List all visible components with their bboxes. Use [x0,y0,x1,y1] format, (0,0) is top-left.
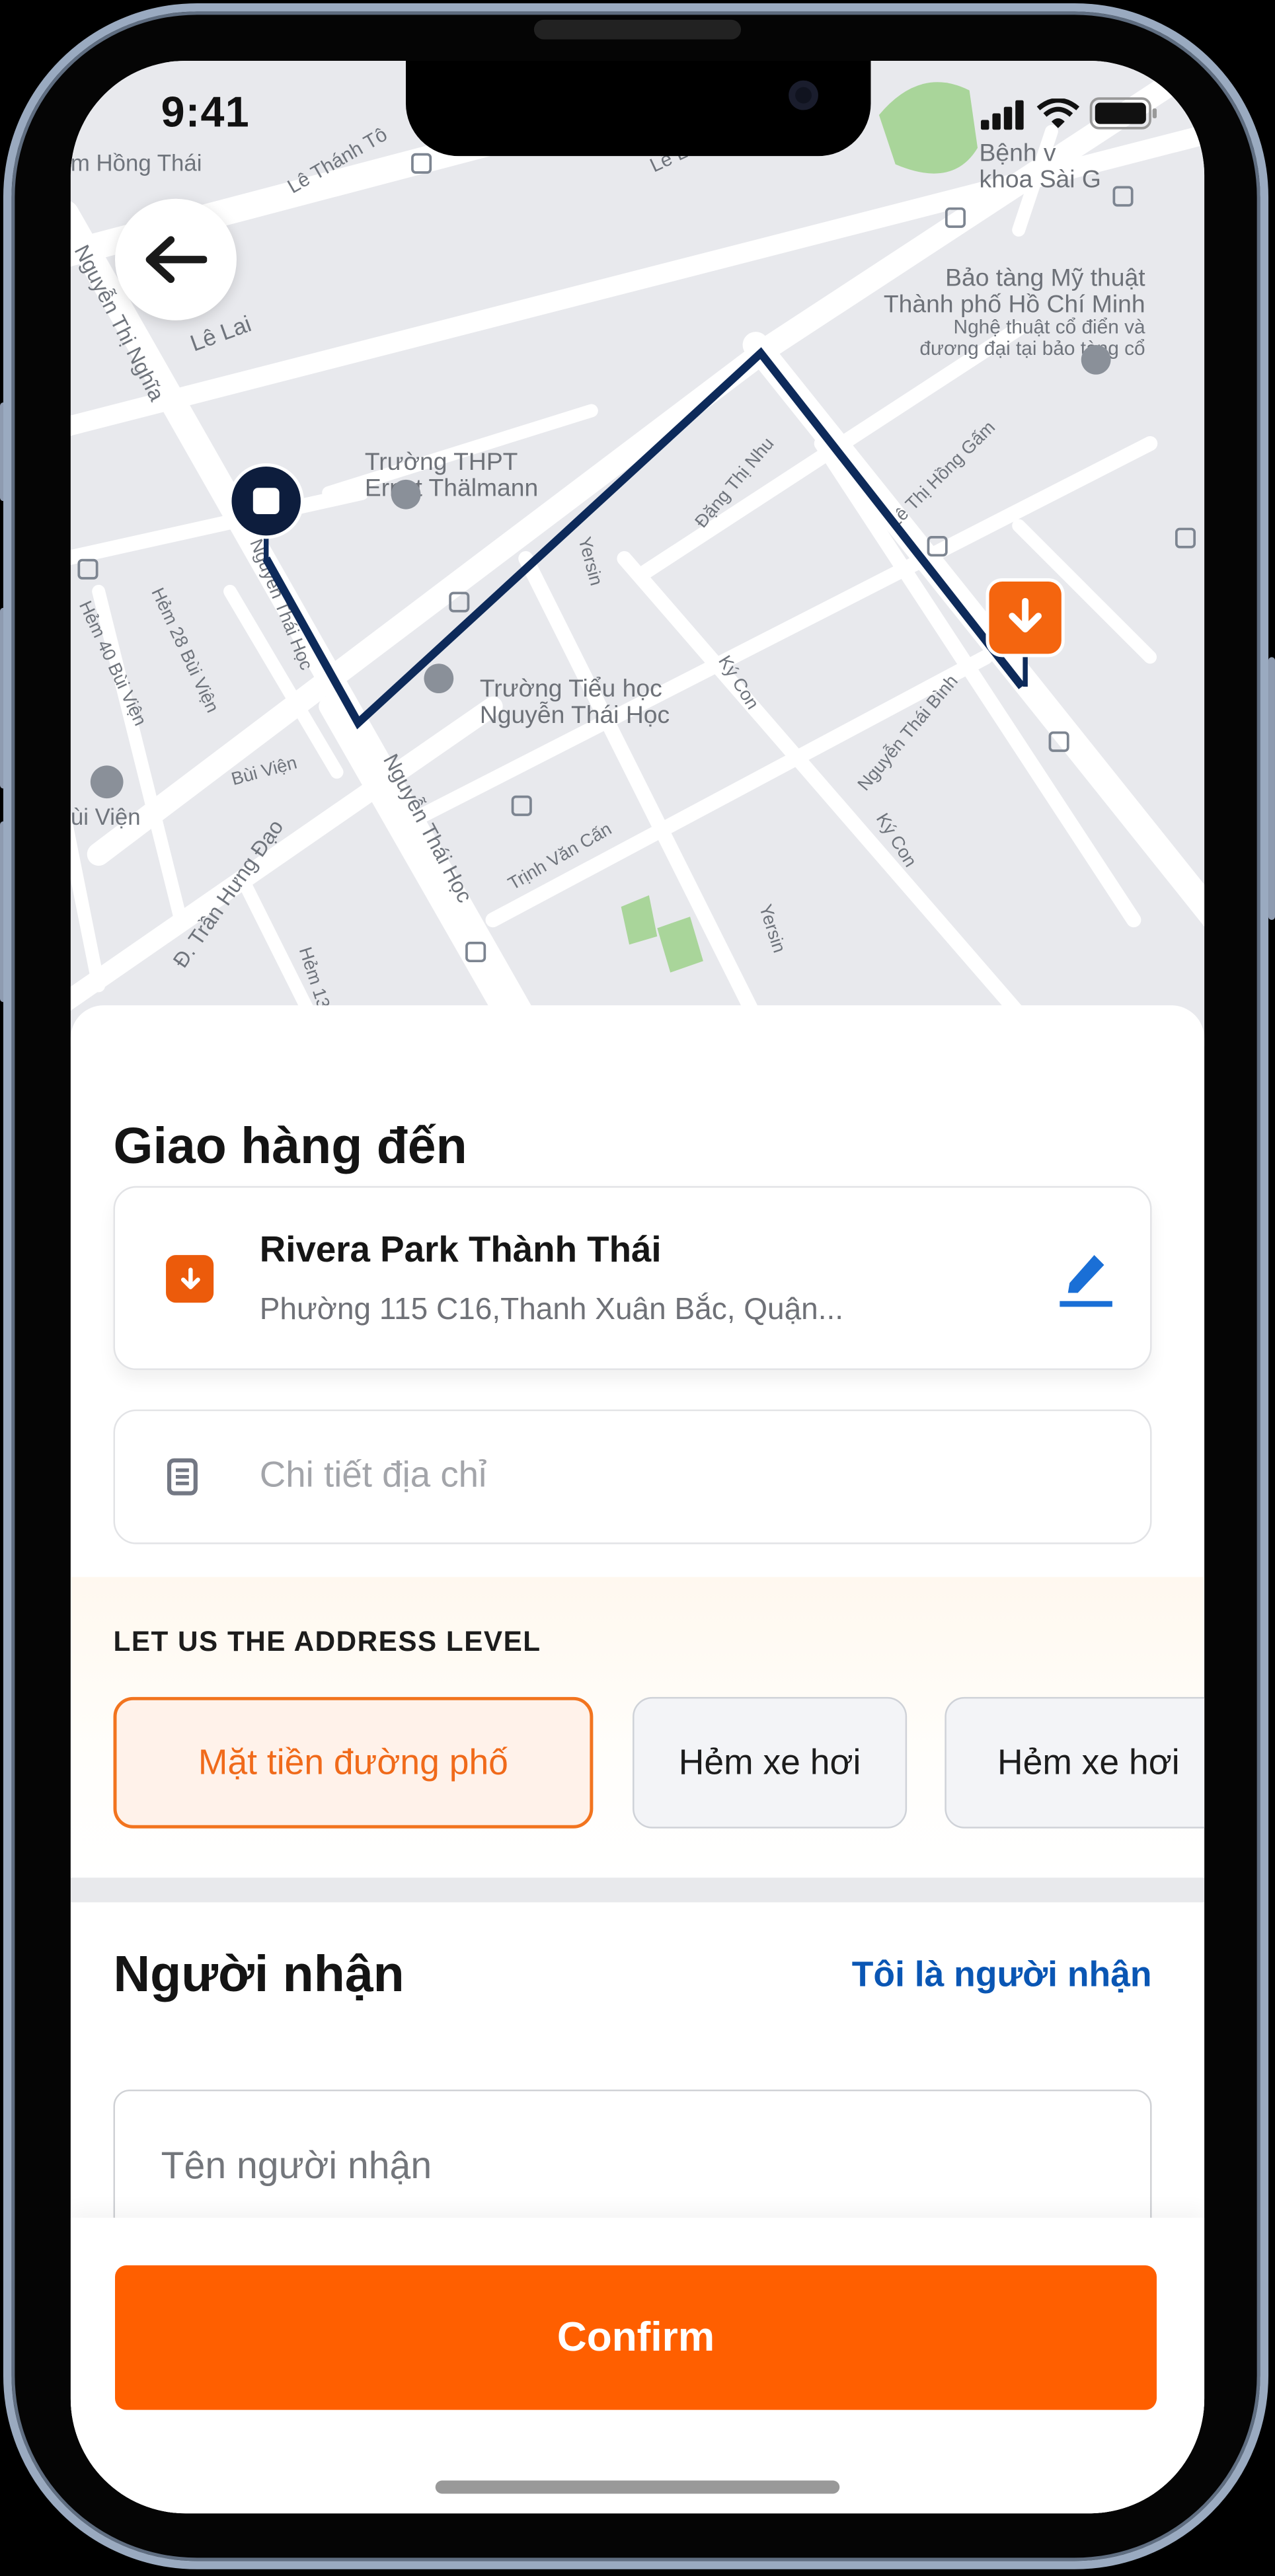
address-name: Rivera Park Thành Thái [259,1229,662,1270]
address-detail: Phường 115 C16,Thanh Xuân Bắc, Quận... [259,1291,844,1326]
level-option-mat-tien[interactable]: Mặt tiền đường phố [113,1696,594,1829]
notch [405,60,871,157]
map-label: Nguyễn Thái Học [480,701,670,728]
map-label: Yersin [755,901,791,955]
map-label: ùi Viện [71,804,141,830]
map-label: Trường THPT [365,447,518,475]
status-time: 9:41 [161,87,250,137]
map-label: Nghệ thuật cổ điển và [954,317,1145,338]
delivery-address-card[interactable]: Rivera Park Thành Thái Phường 115 C16,Th… [113,1186,1152,1371]
park-area [621,895,703,973]
destination-pin-icon [166,1255,214,1303]
section-divider [70,1877,1205,1903]
map-label: Nguyễn Thái Học [246,536,317,673]
map-label: đương đại tại bảo tàng cổ [919,338,1145,360]
map-label: Thành phố Hồ Chí Minh [884,289,1145,317]
pencil-edit-icon[interactable] [1055,1250,1114,1309]
level-option-hem-xe-hoi[interactable]: Hẻm xe hơi [633,1696,908,1829]
speaker-grille [533,19,742,40]
roads [70,60,1205,1047]
map-label: Ernst Thälmann [365,474,538,502]
map[interactable]: Lê Thánh Tô m Hồng Thái Lê L Lê Lai Nguy… [70,60,1205,1047]
map-label: Lê Thị Hồng Gấm [884,417,999,532]
bottom-bar: Confirm [70,2217,1205,2514]
origin-marker-square-icon [252,488,280,515]
confirm-button[interactable]: Confirm [115,2265,1157,2410]
wifi-icon [1036,98,1080,128]
level-option-hem-xe-hoi-2[interactable]: Hẻm xe hơi [945,1696,1205,1829]
address-level-section: LET US THE ADDRESS LEVEL Mặt tiền đường … [70,1577,1205,1878]
map-label: Lê Lai [187,311,254,356]
map-label: Bảo tàng Mỹ thuật [945,264,1145,291]
arrow-left-icon [145,236,208,284]
status-icons [981,97,1158,130]
map-label: Nguyễn Thái Bình [853,671,962,794]
delivery-title: Giao hàng đến [113,1117,467,1175]
map-label: khoa Sài G [980,165,1101,192]
home-indicator[interactable] [435,2480,840,2494]
address-level-title: LET US THE ADDRESS LEVEL [113,1626,541,1658]
document-icon [167,1458,198,1496]
map-label: Hẻm 28 Bùi Viện [147,584,223,716]
map-label: Bệnh v [980,139,1056,167]
map-label: Trường Tiểu học [480,674,662,702]
i-am-recipient-link[interactable]: Tôi là người nhận [852,1955,1152,1996]
address-detail-input[interactable]: Chi tiết địa chỉ [113,1409,1152,1544]
screen: Lê Thánh Tô m Hồng Thái Lê L Lê Lai Nguy… [70,60,1205,2514]
map-label: m Hồng Thái [71,151,202,176]
map-canvas: Lê Thánh Tô m Hồng Thái Lê L Lê Lai Nguy… [70,60,1205,1047]
recipient-name-placeholder: Tên người nhận [161,2143,432,2187]
map-label: Yersin [574,535,607,587]
address-detail-placeholder: Chi tiết địa chỉ [259,1453,487,1496]
park-area [878,82,978,174]
back-button[interactable] [115,198,237,321]
camera [789,80,818,110]
signal-icon [981,100,1024,130]
battery-icon [1089,97,1157,130]
map-label: Hẻm 40 Bùi Viện [75,597,151,729]
recipient-title: Người nhận [113,1945,405,2003]
power-button [1268,657,1275,921]
